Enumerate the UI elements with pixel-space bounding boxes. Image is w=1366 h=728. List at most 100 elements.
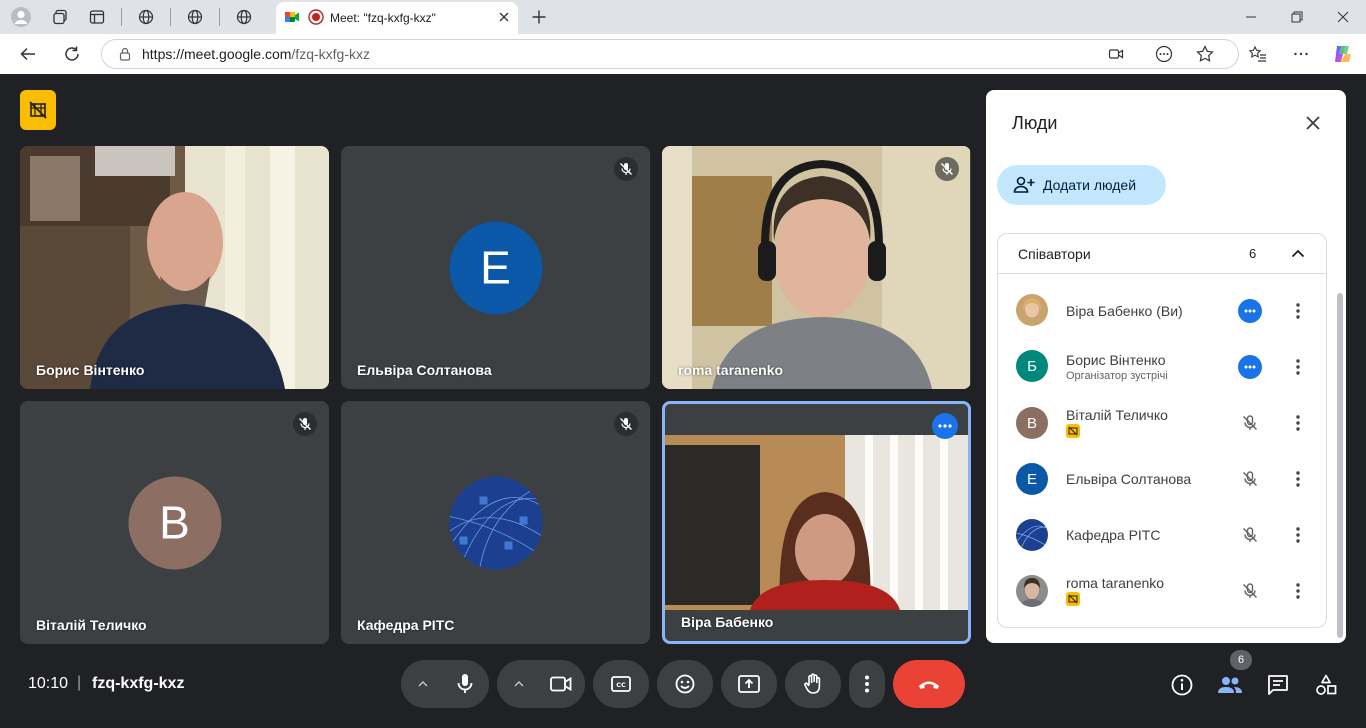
kebab-menu-icon[interactable] [1286, 467, 1310, 491]
person-row[interactable]: В Віталій Теличко [1016, 400, 1316, 444]
kebab-menu-icon[interactable] [1286, 523, 1310, 547]
participant-name: Ельвіра Солтанова [357, 362, 492, 378]
video-options-chevron-icon[interactable] [508, 674, 530, 694]
participant-video [20, 146, 329, 389]
person-row[interactable]: E Ельвіра Солтанова [1016, 457, 1316, 501]
add-person-icon [1013, 176, 1035, 194]
participant-tile[interactable]: E Ельвіра Солтанова [341, 146, 650, 389]
reload-icon[interactable] [54, 34, 90, 74]
person-row[interactable]: Б Борис Вінтенко Організатор зустрічі [1016, 345, 1316, 389]
mic-off-icon [293, 412, 317, 436]
raise-hand-button[interactable] [785, 660, 841, 708]
participant-tile[interactable]: B Віталій Теличко [20, 401, 329, 644]
participant-avatar: E [449, 221, 542, 314]
add-people-button[interactable]: Додати людей [997, 165, 1166, 205]
restore-icon[interactable] [1274, 0, 1320, 34]
browser-tab-strip [0, 0, 1366, 34]
kebab-menu-icon[interactable] [1286, 299, 1310, 323]
mic-off-icon [935, 157, 959, 181]
lock-icon[interactable] [118, 47, 132, 61]
meeting-details-icon[interactable] [1168, 671, 1196, 699]
more-options-icon[interactable] [1238, 299, 1262, 323]
new-tab-icon[interactable] [522, 0, 556, 34]
mic-off-icon [1238, 523, 1262, 547]
emoji-icon [675, 674, 695, 694]
person-name: Віталій Теличко [1066, 407, 1168, 423]
present-screen-icon [738, 675, 760, 693]
more-vert-icon [865, 675, 869, 693]
camera-button[interactable] [537, 660, 585, 708]
microphone-button[interactable] [441, 660, 489, 708]
meeting-time: 10:10 [28, 675, 69, 692]
active-tab[interactable]: Meet: "fzq-kxfg-kxz" [276, 2, 518, 34]
more-options-icon[interactable] [1238, 355, 1262, 379]
section-count: 6 [1249, 246, 1257, 261]
close-tab-icon[interactable] [498, 11, 510, 26]
workspaces-icon[interactable] [44, 0, 78, 34]
people-count-badge: 6 [1230, 650, 1252, 670]
participant-name: Борис Вінтенко [36, 362, 145, 378]
leave-call-button[interactable] [893, 660, 965, 708]
panel-title: Люди [1012, 113, 1058, 133]
panel-scrollbar[interactable] [1337, 293, 1343, 638]
mic-off-icon [614, 412, 638, 436]
participant-tile[interactable]: roma taranenko [662, 146, 971, 389]
mic-off-icon [1238, 411, 1262, 435]
favorites-list-icon[interactable] [1240, 34, 1276, 74]
present-button[interactable] [721, 660, 777, 708]
more-page-icon[interactable] [1146, 34, 1182, 74]
microphone-icon [455, 673, 475, 695]
presenting-badge-icon [1066, 592, 1080, 606]
video-camera-icon [550, 676, 572, 692]
participant-tile-active[interactable]: Віра Бабенко [662, 401, 971, 644]
participant-tile[interactable]: Кафедра PITC [341, 401, 650, 644]
person-name: roma taranenko [1066, 575, 1165, 591]
url-field[interactable]: https://meet.google.com/fzq-kxfg-kxz [101, 39, 1239, 69]
globe-tab-icon[interactable] [129, 0, 163, 34]
tab-separator [170, 8, 171, 26]
chat-icon[interactable] [1264, 671, 1292, 699]
kebab-menu-icon[interactable] [1286, 355, 1310, 379]
person-row[interactable]: roma taranenko [1016, 568, 1316, 612]
presenting-badge-icon [1066, 424, 1080, 438]
participant-avatar: B [128, 476, 221, 569]
person-avatar: Б [1016, 350, 1048, 382]
person-avatar [1016, 575, 1048, 607]
minimize-icon[interactable] [1228, 0, 1274, 34]
close-window-icon[interactable] [1320, 0, 1366, 34]
more-options-icon[interactable] [932, 413, 958, 439]
tab-separator [121, 8, 122, 26]
reactions-button[interactable] [657, 660, 713, 708]
person-avatar: E [1016, 463, 1048, 495]
camera-permission-icon[interactable] [1098, 34, 1134, 74]
kebab-menu-icon[interactable] [1286, 579, 1310, 603]
person-role: Організатор зустрічі [1066, 370, 1168, 382]
participant-video [662, 146, 970, 389]
globe-tab-icon[interactable] [227, 0, 261, 34]
kebab-menu-icon[interactable] [1286, 411, 1310, 435]
url-host: https://meet.google.com [142, 46, 292, 62]
close-panel-icon[interactable] [1301, 111, 1325, 135]
more-options-button[interactable] [849, 660, 885, 708]
captions-button[interactable]: CC [593, 660, 649, 708]
chevron-up-icon[interactable] [1288, 243, 1308, 263]
presentation-indicator-icon[interactable] [20, 90, 56, 130]
favorite-star-icon[interactable] [1187, 34, 1223, 74]
participant-name: roma taranenko [678, 362, 784, 378]
back-icon[interactable] [10, 34, 46, 74]
globe-tab-icon[interactable] [178, 0, 212, 34]
person-name: Борис Вінтенко [1066, 352, 1166, 368]
info-separator: | [77, 674, 82, 691]
recording-icon [308, 8, 324, 28]
participant-tile[interactable]: Борис Вінтенко [20, 146, 329, 389]
profile-icon[interactable] [4, 0, 38, 34]
person-row[interactable]: Віра Бабенко (Ви) [1016, 288, 1316, 332]
audio-options-chevron-icon[interactable] [412, 674, 434, 694]
svg-text:CC: CC [616, 681, 626, 689]
people-button[interactable] [1214, 670, 1246, 700]
settings-more-icon[interactable] [1283, 34, 1319, 74]
person-row[interactable]: Кафедра PITC [1016, 513, 1316, 557]
tab-actions-icon[interactable] [80, 0, 114, 34]
copilot-icon[interactable] [1325, 34, 1361, 74]
activities-icon[interactable] [1312, 671, 1340, 699]
